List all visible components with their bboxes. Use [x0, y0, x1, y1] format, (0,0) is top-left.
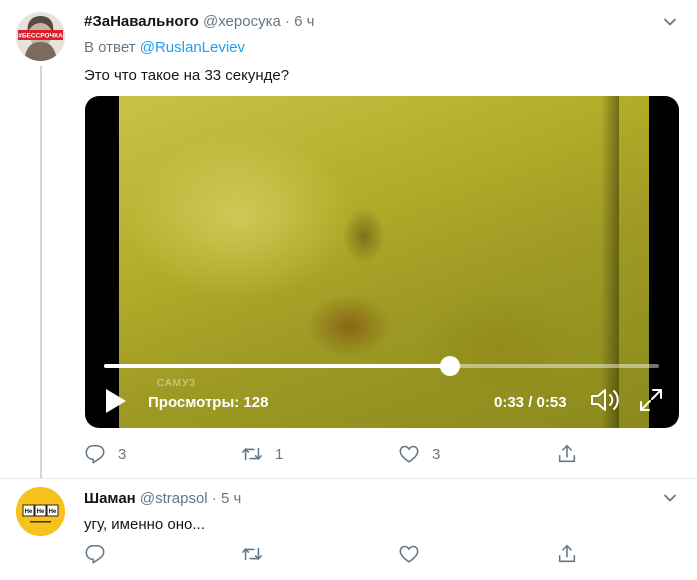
avatar-image: #БЕССРОЧКА [16, 12, 65, 61]
tweet-text: угу, именно оно... [84, 516, 205, 533]
thread-line [40, 66, 42, 478]
separator: · [284, 13, 290, 30]
video-progress-fill [104, 364, 450, 368]
handle[interactable]: @strapsol [140, 490, 208, 507]
tweet-header: #ЗаНавального @херосука · 6 ч [84, 12, 314, 32]
timestamp[interactable]: 5 ч [221, 490, 241, 507]
fullscreen-icon[interactable] [638, 387, 664, 413]
reply-context: В ответ @RuslanLeviev [84, 38, 245, 58]
like-button[interactable]: 3 [398, 442, 440, 466]
video-frame[interactable] [119, 96, 649, 428]
share-icon [558, 444, 576, 463]
video-scrubber-handle[interactable] [439, 356, 460, 376]
video-timecode: 0:33 / 0:53 [494, 394, 567, 411]
video-progress-bar[interactable] [104, 356, 659, 376]
share-icon [558, 544, 576, 563]
avatar-badge-text: #БЕССРОЧКА [18, 33, 63, 40]
reply-prefix: В ответ [84, 39, 136, 56]
chevron-down-icon[interactable] [663, 15, 677, 29]
retweet-button[interactable]: 1 [241, 442, 283, 466]
tweet-actions [84, 542, 604, 566]
retweet-count: 1 [275, 445, 284, 463]
reply-icon [85, 444, 105, 464]
reply-icon [85, 544, 105, 564]
separator: · [211, 490, 217, 507]
video-shadow [601, 96, 619, 428]
heart-icon [399, 545, 419, 563]
display-name[interactable]: Шаман [84, 490, 136, 507]
video-watermark: САМУЗ [157, 378, 197, 389]
tweet-text: Это что такое на 33 секунде? [84, 67, 290, 84]
avatar-tile-text: Не [49, 509, 57, 515]
reply-button[interactable] [84, 542, 106, 566]
handle[interactable]: @херосука [203, 13, 281, 30]
play-icon[interactable] [105, 388, 127, 414]
heart-icon [399, 445, 419, 463]
avatar-tile-text: Не [25, 509, 33, 515]
avatar[interactable]: Не Не Не [16, 487, 65, 536]
like-button[interactable] [398, 542, 420, 566]
retweet-icon [242, 447, 262, 461]
chevron-down-icon[interactable] [663, 491, 677, 505]
reply-count: 3 [118, 445, 127, 463]
tweet[interactable]: #БЕССРОЧКА #ЗаНавального @херосука · 6 ч… [0, 0, 697, 478]
avatar[interactable]: #БЕССРОЧКА [16, 12, 65, 61]
reply-mention-link[interactable]: @RuslanLeviev [140, 39, 245, 56]
share-button[interactable] [556, 442, 578, 466]
display-name[interactable]: #ЗаНавального [84, 13, 199, 30]
retweet-icon [242, 547, 262, 561]
timestamp[interactable]: 6 ч [294, 13, 314, 30]
view-count: Просмотры: 128 [148, 394, 269, 411]
avatar-tile-text: Не [37, 509, 45, 515]
video-player[interactable]: САМУЗ Просмотры: 128 0:33 / 0:53 [85, 96, 679, 428]
like-count: 3 [432, 445, 441, 463]
avatar-image: Не Не Не [16, 487, 65, 536]
volume-icon[interactable] [590, 387, 622, 413]
share-button[interactable] [556, 542, 578, 566]
retweet-button[interactable] [241, 542, 263, 566]
reply-button[interactable]: 3 [84, 442, 126, 466]
tweet-actions: 3 1 3 [84, 442, 604, 466]
tweet-header: Шаман @strapsol · 5 ч [84, 489, 241, 509]
